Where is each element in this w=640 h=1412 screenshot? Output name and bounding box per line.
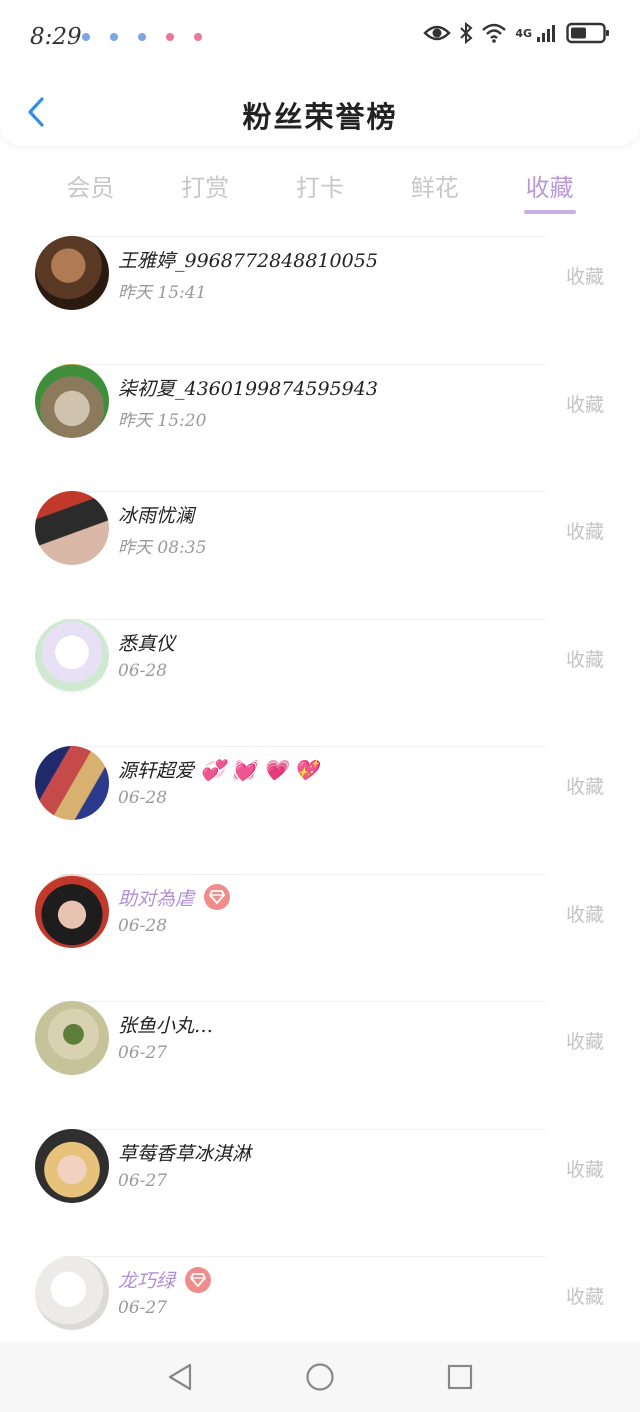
notification-icons [82,33,202,41]
avatar[interactable] [35,1001,109,1075]
fan-name: 柒初夏_4360199874595943 [118,377,378,400]
list-item[interactable]: 冰雨忧澜 昨天 08:35 收藏 [0,491,640,619]
fan-time: 06-28 [118,788,168,808]
action-label: 收藏 [565,1286,604,1308]
status-icons: 4G [423,22,610,44]
nav-bar: 粉丝荣誉榜 [0,80,640,144]
signal-icon [536,23,558,43]
fan-name: 源轩超爱 💞 💓 💗 💖 [118,757,319,783]
list-item[interactable]: 源轩超爱 💞 💓 💗 💖 06-28 收藏 [0,746,640,874]
avatar[interactable] [35,363,109,438]
fan-name: 草莓香草冰淇淋 [118,1142,252,1165]
list-item[interactable]: 柒初夏_4360199874595943 昨天 15:20 收藏 [0,363,640,492]
avatar[interactable] [35,1128,109,1203]
action-label: 收藏 [565,1031,604,1053]
avatar[interactable] [35,746,109,820]
tab-membership[interactable]: 会员 [33,160,148,220]
list-item[interactable]: 悉真仪 06-28 收藏 [0,618,640,747]
avatar[interactable] [35,873,109,948]
notification-icon [82,33,90,41]
action-label: 收藏 [565,1158,604,1181]
list-item[interactable]: 助对為虐 06-28 收藏 [0,873,640,1002]
notification-icon [166,33,174,41]
notification-icon [138,33,146,41]
emoji-hearts: 💞 💓 💗 💖 [200,757,319,782]
header-card: 8:29 4G 粉丝荣誉榜 [0,0,640,146]
vip-diamond-icon [204,884,231,910]
home-circle-icon[interactable] [300,1357,340,1397]
battery-icon [566,22,610,44]
network-type: 4G [515,26,532,40]
avatar[interactable] [35,491,109,565]
tab-tips[interactable]: 打赏 [148,160,263,220]
action-label: 收藏 [565,393,604,416]
wifi-icon [481,23,507,43]
notification-icon [194,33,202,41]
action-label: 收藏 [565,903,604,926]
action-label: 收藏 [565,521,604,543]
vip-diamond-icon [185,1266,212,1293]
fan-time: 06-27 [118,1043,168,1063]
page-title: 粉丝荣誉榜 [242,100,398,134]
avatar[interactable] [35,236,109,310]
fan-name: 龙巧绿 [118,1266,212,1293]
tab-flowers[interactable]: 鲜花 [377,160,492,220]
status-time: 8:29 [30,24,82,50]
avatar[interactable] [35,618,109,693]
list-item[interactable]: 草莓香草冰淇淋 06-27 收藏 [0,1128,640,1257]
fan-name: 悉真仪 [118,632,176,655]
fan-time: 06-27 [118,1170,168,1191]
back-triangle-icon[interactable] [160,1357,200,1397]
fan-time: 06-28 [118,660,168,681]
avatar[interactable] [35,1256,109,1330]
status-bar: 8:29 4G [0,0,640,76]
eye-icon [423,23,452,43]
bluetooth-icon [459,22,473,44]
list-item[interactable]: 张鱼小丸… 06-27 收藏 [0,1001,640,1129]
fan-time: 06-28 [118,915,168,936]
fan-name: 王雅婷_9968772848810055 [118,250,378,272]
action-label: 收藏 [565,776,604,798]
system-nav-bar [0,1342,640,1412]
action-label: 收藏 [565,648,604,671]
fan-time: 昨天 08:35 [118,538,207,558]
fan-name: 助对為虐 [118,884,231,911]
fan-name: 张鱼小丸… [118,1015,214,1037]
list-item[interactable]: 王雅婷_9968772848810055 昨天 15:41 收藏 [0,236,640,364]
tab-checkin[interactable]: 打卡 [263,160,378,220]
fan-time: 昨天 15:20 [118,410,207,431]
tab-bar: 会员 打赏 打卡 鲜花 收藏 [33,160,607,220]
fan-list: 王雅婷_9968772848810055 昨天 15:41 收藏 柒初夏_436… [0,236,640,1384]
notification-icon [110,33,118,41]
tab-favorites[interactable]: 收藏 [492,160,607,220]
recents-square-icon[interactable] [440,1357,480,1397]
fan-time: 昨天 15:41 [118,283,207,303]
action-label: 收藏 [565,266,604,288]
fan-time: 06-27 [118,1298,168,1318]
fan-name: 冰雨忧澜 [118,505,195,527]
